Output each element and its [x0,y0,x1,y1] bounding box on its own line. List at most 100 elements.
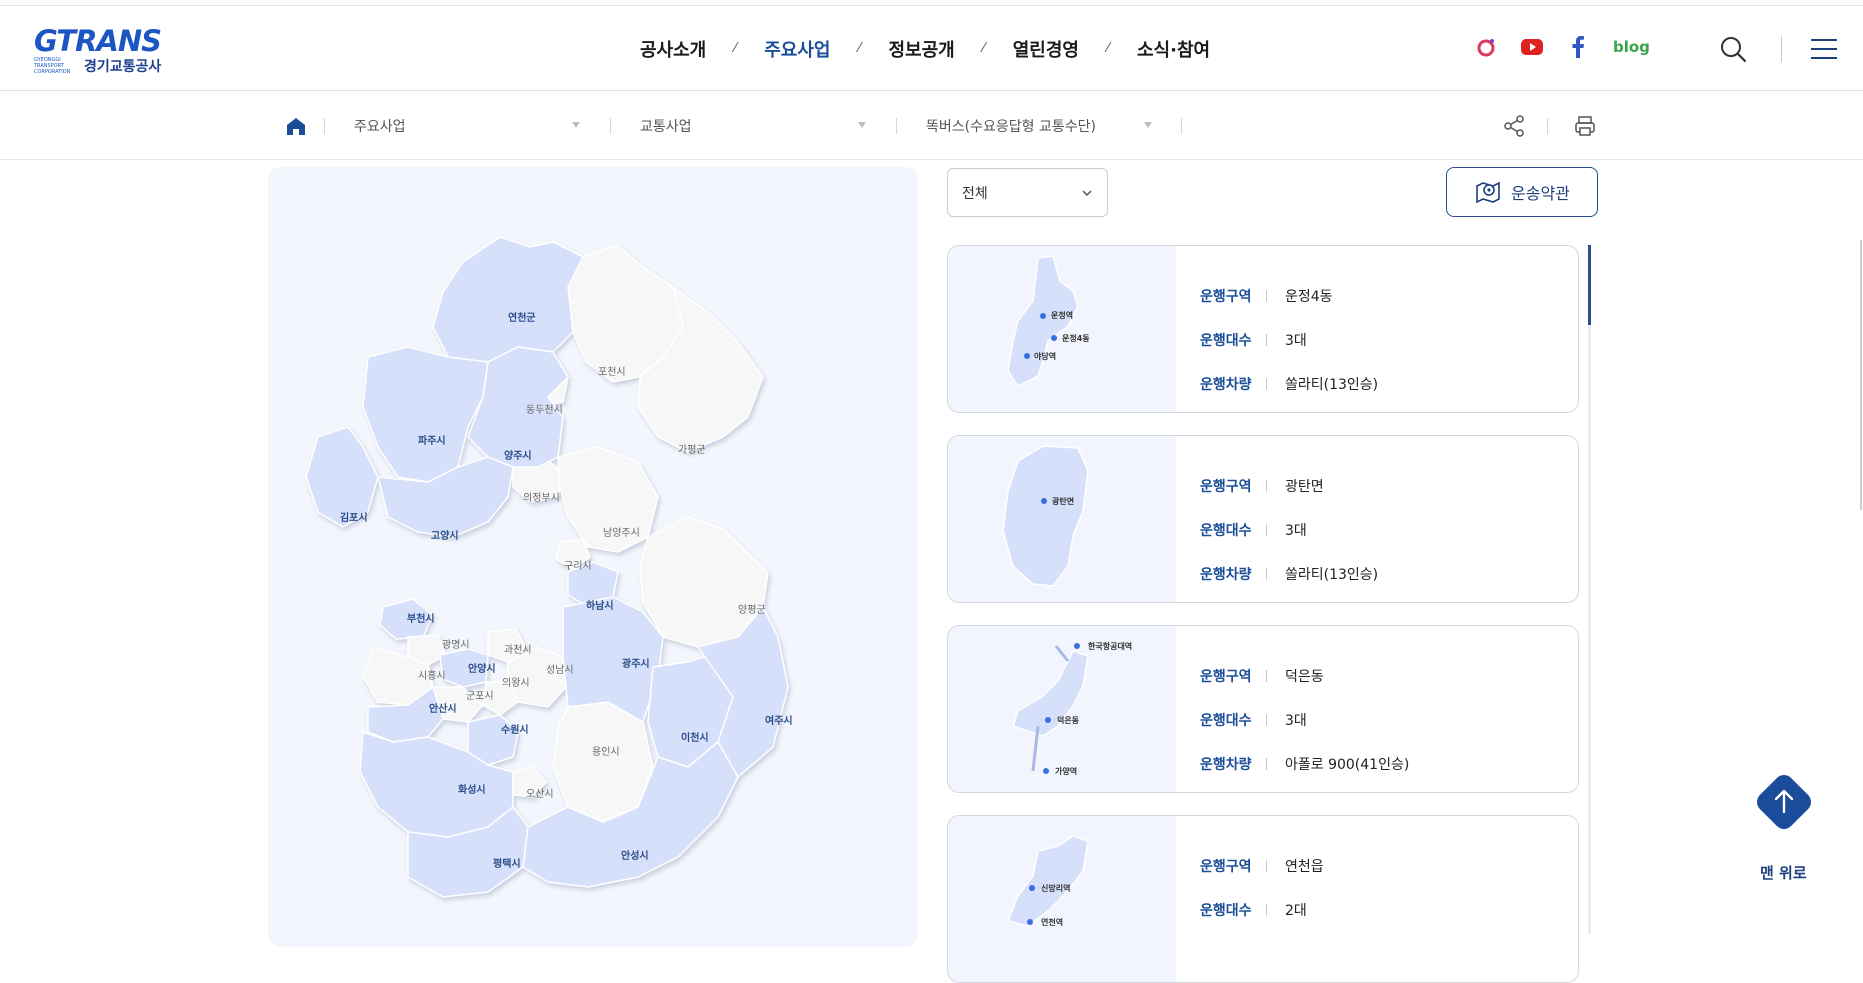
nav-separator: ⁄ [982,41,985,56]
map-label[interactable]: 남양주시 [603,524,640,539]
label-vehicle: 운행차량 [1200,567,1252,583]
chevron-down-icon [858,122,866,128]
map-label[interactable]: 구리시 [564,557,592,572]
print-icon[interactable] [1573,114,1597,138]
instagram-icon[interactable] [1473,34,1499,60]
value-area: 운정4동 [1285,289,1333,305]
hamburger-menu-icon[interactable] [1809,36,1839,62]
chevron-down-icon [1082,190,1092,197]
map-label[interactable]: 가평군 [678,441,706,456]
breadcrumb-label: 교통사업 [640,119,692,135]
card-info: 운행구역 광탄면 운행대수 3대 운행차량 쏠라티(13인승) [1200,464,1378,596]
map-label[interactable]: 김포시 [340,509,368,524]
stop-label: 가양역 [1055,767,1078,776]
map-label[interactable]: 연천군 [508,309,536,324]
chevron-down-icon [572,122,580,128]
map-label[interactable]: 오산시 [526,785,554,800]
service-area-card[interactable]: 신망리역 연천역 운행구역 연천읍 운행대수 2대 [947,815,1579,983]
map-label[interactable]: 수원시 [501,721,529,736]
breadcrumb-dropdown-level1[interactable]: 주요사업 [354,92,584,160]
map-label[interactable]: 동두천시 [526,401,563,416]
map-label[interactable]: 이천시 [681,729,709,744]
stop-label: 운정4동 [1062,334,1090,343]
site-header: GTRANS GYEONGGI TRANSPORT CORPORATION 경기… [0,6,1863,91]
map-label[interactable]: 평택시 [493,855,521,870]
breadcrumb-divider [324,118,325,134]
card-info: 운행구역 운정4동 운행대수 3대 운행차량 쏠라티(13인승) [1200,274,1378,406]
map-label[interactable]: 과천시 [504,641,532,656]
map-label[interactable]: 시흥시 [418,667,446,682]
map-label[interactable]: 의정부시 [523,489,560,504]
chevron-down-icon [1144,122,1152,128]
gyeonggi-map [305,236,789,898]
value-vehicle: 쏠라티(13인승) [1285,377,1379,393]
back-to-top-button[interactable] [1750,768,1818,836]
map-label[interactable]: 광주시 [622,655,650,670]
nav-item-about[interactable]: 공사소개 [640,36,706,62]
breadcrumb-label: 주요사업 [354,119,406,135]
stop-label: 운정역 [1051,311,1074,320]
map-label[interactable]: 안양시 [468,660,496,675]
label-count: 운행대수 [1200,333,1252,349]
map-label[interactable]: 광명시 [442,636,470,651]
label-count: 운행대수 [1200,713,1252,729]
nav-item-disclosure[interactable]: 정보공개 [889,36,955,62]
stop-label: 신망리역 [1041,884,1071,893]
map-label[interactable]: 안성시 [621,847,649,862]
map-label[interactable]: 부천시 [407,610,435,625]
breadcrumb-dropdown-level3[interactable]: 똑버스(수요응답형 교통수단) [926,92,1156,160]
youtube-icon[interactable] [1519,34,1545,60]
map-label[interactable]: 군포시 [466,687,494,702]
nav-separator: ⁄ [858,41,861,56]
stop-label: 광탄면 [1052,497,1075,506]
page-scrollbar[interactable] [1860,240,1862,510]
service-area-card[interactable]: 한국항공대역 덕은동 가양역 운행구역 덕은동 운행대수 3대 운행차량 아폴로 90… [947,625,1579,793]
nav-item-business[interactable]: 주요사업 [764,36,830,62]
back-to-top-label[interactable]: 맨 위로 [1760,862,1807,883]
map-label[interactable]: 파주시 [418,432,446,447]
facebook-icon[interactable] [1565,34,1591,60]
card-info: 운행구역 연천읍 운행대수 2대 [1200,844,1324,932]
map-label[interactable]: 고양시 [431,527,459,542]
map-label[interactable]: 성남시 [546,661,574,676]
value-count: 3대 [1285,523,1307,539]
map-label[interactable]: 여주시 [765,712,793,727]
value-vehicle: 아폴로 900(41인승) [1285,757,1410,773]
map-label[interactable]: 용인시 [592,743,620,758]
label-area: 운행구역 [1200,479,1252,495]
terms-button[interactable]: 운송약관 [1446,167,1598,217]
map-label[interactable]: 양평군 [738,601,766,616]
nav-item-news[interactable]: 소식·참여 [1137,36,1210,62]
service-area-card[interactable]: 운정역 운정4동 야당역 운행구역 운정4동 운행대수 3대 운행차량 쏠라티(13인… [947,245,1579,413]
value-vehicle: 쏠라티(13인승) [1285,567,1379,583]
route-map-thumbnail: 신망리역 연천역 [948,816,1176,982]
breadcrumb-dropdown-level2[interactable]: 교통사업 [640,92,870,160]
share-icon[interactable] [1502,114,1526,138]
map-label[interactable]: 양주시 [504,447,532,462]
value-count: 3대 [1285,713,1307,729]
map-label[interactable]: 하남시 [586,597,614,612]
map-pin-icon [1476,181,1500,204]
region-filter-select[interactable]: 전체 [947,168,1108,217]
map-label[interactable]: 화성시 [458,781,486,796]
site-logo[interactable]: GTRANS GYEONGGI TRANSPORT CORPORATION 경기… [34,24,170,75]
map-label[interactable]: 안산시 [429,700,457,715]
nav-item-management[interactable]: 열린경영 [1013,36,1079,62]
gyeonggi-map-panel: 연천군 포천시 동두천시 파주시 양주시 가평군 의정부시 김포시 고양시 남양… [268,167,918,947]
label-area: 운행구역 [1200,859,1252,875]
value-count: 2대 [1285,903,1307,919]
map-label[interactable]: 의왕시 [502,674,530,689]
list-scrollbar-track[interactable] [1588,245,1591,934]
map-label[interactable]: 포천시 [598,363,626,378]
value-area: 덕은동 [1285,669,1324,685]
main-nav: 공사소개 ⁄ 주요사업 ⁄ 정보공개 ⁄ 열린경영 ⁄ 소식·참여 [640,6,1210,91]
blog-link[interactable]: blog [1613,38,1650,56]
stop-label: 야당역 [1034,352,1057,361]
search-icon[interactable] [1718,34,1748,64]
service-area-card[interactable]: 광탄면 운행구역 광탄면 운행대수 3대 운행차량 쏠라티(13인승) [947,435,1579,603]
list-scrollbar-thumb[interactable] [1588,245,1591,325]
social-links: blog [1473,34,1650,60]
home-icon[interactable] [285,115,307,137]
logo-corp: GYEONGGI TRANSPORT CORPORATION [34,57,71,75]
filter-selected: 전체 [962,185,988,202]
